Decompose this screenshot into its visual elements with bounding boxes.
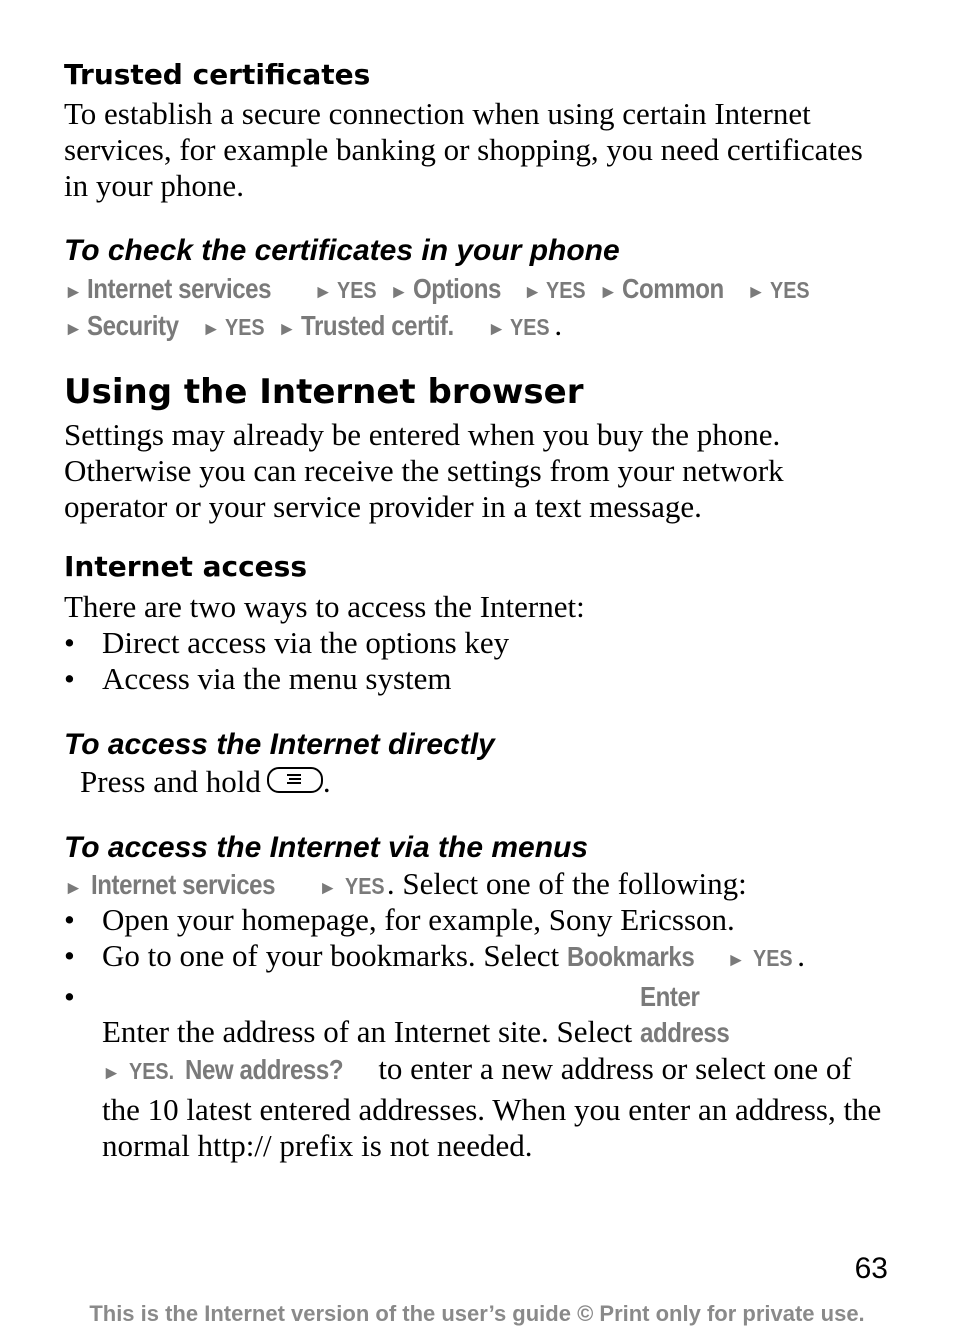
heading-using-internet-browser: Using the Internet browser [64,372,584,412]
list-item: • Go to one of your bookmarks. Select Boo… [64,938,894,979]
options-key-icon [266,767,323,793]
arrow-icon: ► [102,1063,121,1084]
arrow-icon: ► [277,319,297,340]
menu-item-security: Security [87,310,179,341]
arrow-icon: ► [598,282,618,303]
list-item: • Open your homepage, for example, Sony E… [64,902,735,937]
page-number: 63 [854,1252,888,1285]
menu-item-enter-address: Enter address [640,981,730,1048]
trusted-certificates-body: To establish a secure connection when us… [64,96,863,203]
heading-trusted-certificates: Trusted certificates [64,58,371,91]
arrow-icon: ► [726,950,746,971]
heading-check-certificates: To check the certificates in your phone [64,234,620,267]
menu-item-internet-services: Internet services [90,869,276,900]
access-intro: There are two ways to access the Interne… [64,589,585,624]
menu-item-trusted-certif: Trusted certif. [300,310,454,341]
arrow-icon: ► [64,319,83,340]
browser-body: Settings may already be entered when you… [64,417,784,524]
press-and-hold-instruction: Press and hold. [80,764,331,799]
access-methods-list: • Direct access via the options key • Acce… [64,625,894,697]
list-item: • Enter the address of an Internet site. … [64,979,882,1163]
menu-item-internet-services: Internet services [87,273,272,304]
menus-path-line: ► Internet services ► YES. Select one of… [64,866,894,907]
yes-key: YES [510,314,551,340]
arrow-icon: ► [201,319,221,340]
yes-key: YES [546,277,587,303]
list-item: • Access via the menu system [64,661,452,696]
menu-options-list: • Open your homepage, for example, Sony E… [64,902,894,1164]
list-item: • Direct access via the options key [64,625,510,660]
arrow-icon: ► [523,282,542,303]
menu-item-new-address: New address? [184,1054,344,1085]
arrow-icon: ► [487,319,506,340]
heading-access-via-menus: To access the Internet via the menus [64,831,589,864]
heading-internet-access: Internet access [64,550,308,583]
arrow-icon: ► [746,282,766,303]
yes-key: YES [336,277,377,303]
menu-path-line-1: ► Internet services ► YES ► Options ► YE… [64,271,894,312]
menu-item-bookmarks: Bookmarks [566,941,695,972]
yes-key: YES [769,277,810,303]
heading-access-directly: To access the Internet directly [64,728,495,761]
yes-key: YES [344,873,385,899]
arrow-icon: ► [313,282,333,303]
menu-item-common: Common [622,273,724,304]
menu-path-line-2: ► Security ► YES ► Trusted certif. ► YES… [64,307,894,349]
footer-notice: This is the Internet version of the user… [89,1301,865,1326]
yes-key: YES [224,314,265,340]
arrow-icon: ► [64,282,83,303]
yes-key: YES [753,945,793,971]
arrow-icon: ► [389,282,409,303]
menu-item-options: Options [412,273,501,304]
yes-key: YES. [128,1058,174,1084]
